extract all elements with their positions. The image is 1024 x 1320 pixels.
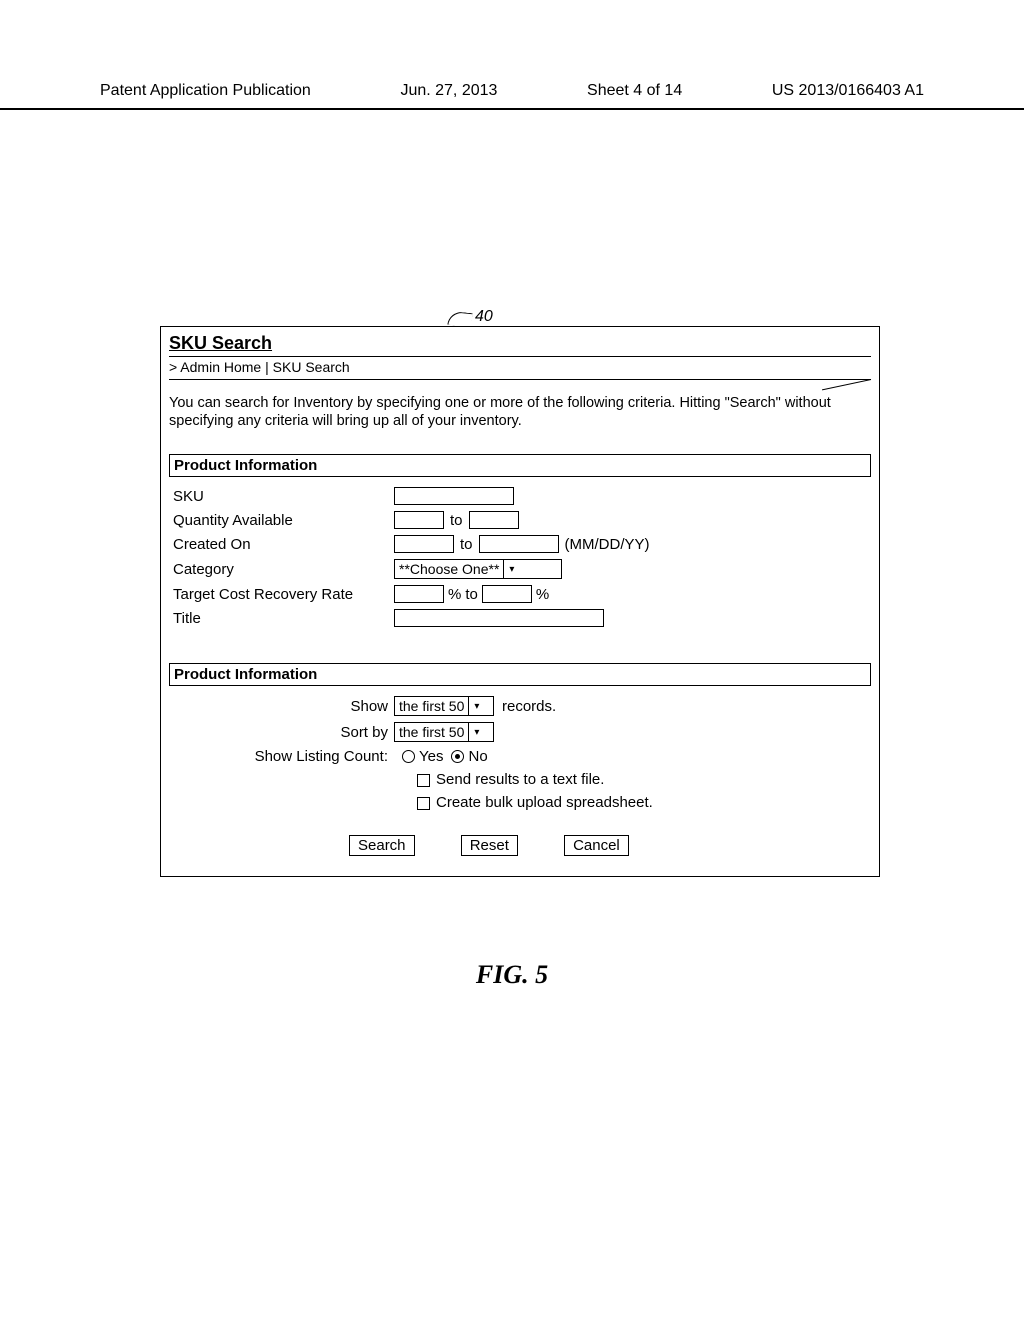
- input-sku[interactable]: [394, 487, 514, 505]
- input-created-to[interactable]: [479, 535, 559, 553]
- select-category[interactable]: **Choose One** ▾: [394, 559, 562, 579]
- cancel-button[interactable]: Cancel: [564, 835, 629, 856]
- breadcrumb-home-link[interactable]: Admin Home: [180, 359, 261, 375]
- row-listing-count: Show Listing Count: Yes No: [169, 748, 871, 765]
- label-sortby: Sort by: [169, 724, 394, 741]
- breadcrumb-current: SKU Search: [273, 359, 350, 375]
- sku-search-panel: SKU Search > Admin Home | SKU Search You…: [160, 326, 880, 877]
- row-created-on: Created On to (MM/DD/YY): [169, 535, 871, 553]
- radio-listing-yes[interactable]: [402, 750, 415, 763]
- input-rate-to[interactable]: [482, 585, 532, 603]
- chevron-down-icon: ▾: [468, 723, 484, 741]
- select-sortby-value: the first 50: [395, 723, 468, 741]
- figure-caption: FIG. 5: [0, 960, 1024, 990]
- reset-button[interactable]: Reset: [461, 835, 518, 856]
- row-category: Category **Choose One** ▾: [169, 559, 871, 579]
- checkbox-bulk-upload[interactable]: [417, 797, 430, 810]
- radio-yes-label: Yes: [419, 748, 443, 765]
- checkbox-send-text-label: Send results to a text file.: [436, 771, 604, 788]
- input-title[interactable]: [394, 609, 604, 627]
- header-pubnum: US 2013/0166403 A1: [772, 82, 924, 100]
- header-left: Patent Application Publication: [100, 82, 311, 100]
- checkbox-bulk-upload-label: Create bulk upload spreadsheet.: [436, 794, 653, 811]
- label-title: Title: [169, 610, 394, 627]
- input-qty-to[interactable]: [469, 511, 519, 529]
- callout-leader-line: [447, 311, 472, 327]
- row-show: Show the first 50 ▾ records.: [169, 696, 871, 716]
- label-rate: Target Cost Recovery Rate: [169, 586, 394, 603]
- select-category-value: **Choose One**: [395, 560, 503, 578]
- row-bulk-upload: Create bulk upload spreadsheet.: [417, 794, 871, 811]
- label-listing-count: Show Listing Count:: [169, 748, 394, 765]
- input-qty-from[interactable]: [394, 511, 444, 529]
- button-row: Search Reset Cancel: [349, 835, 871, 856]
- select-show[interactable]: the first 50 ▾: [394, 696, 494, 716]
- row-sortby: Sort by the first 50 ▾: [169, 722, 871, 742]
- page-header: Patent Application Publication Jun. 27, …: [0, 82, 1024, 110]
- breadcrumb-prefix: >: [169, 359, 180, 375]
- pct-2: %: [536, 586, 549, 603]
- chevron-down-icon: ▾: [468, 697, 484, 715]
- section-product-info-1: Product Information: [169, 454, 871, 477]
- label-sku: SKU: [169, 488, 394, 505]
- select-show-value: the first 50: [395, 697, 468, 715]
- row-send-text: Send results to a text file.: [417, 771, 871, 788]
- chevron-down-icon: ▾: [503, 560, 519, 578]
- divider-line: [169, 379, 871, 380]
- label-category: Category: [169, 561, 394, 578]
- row-title: Title: [169, 609, 871, 627]
- created-hint: (MM/DD/YY): [565, 536, 650, 553]
- panel-title-row: SKU Search: [169, 333, 871, 357]
- section-product-info-2: Product Information: [169, 663, 871, 686]
- header-sheet: Sheet 4 of 14: [587, 82, 682, 100]
- select-sortby[interactable]: the first 50 ▾: [394, 722, 494, 742]
- panel-title: SKU Search: [169, 333, 272, 353]
- row-quantity: Quantity Available to: [169, 511, 871, 529]
- header-date: Jun. 27, 2013: [400, 82, 497, 100]
- rate-to-label: to: [465, 586, 478, 603]
- checkbox-send-text[interactable]: [417, 774, 430, 787]
- pct-1: %: [448, 586, 461, 603]
- breadcrumb-separator: |: [261, 359, 272, 375]
- search-button[interactable]: Search: [349, 835, 415, 856]
- input-created-from[interactable]: [394, 535, 454, 553]
- created-to-label: to: [460, 536, 473, 553]
- callout-number: 40: [475, 308, 493, 326]
- breadcrumb: > Admin Home | SKU Search: [169, 359, 871, 375]
- row-recovery-rate: Target Cost Recovery Rate % to %: [169, 585, 871, 603]
- radio-listing-no[interactable]: [451, 750, 464, 763]
- label-quantity: Quantity Available: [169, 512, 394, 529]
- label-created: Created On: [169, 536, 394, 553]
- row-sku: SKU: [169, 487, 871, 505]
- radio-no-label: No: [468, 748, 487, 765]
- input-rate-from[interactable]: [394, 585, 444, 603]
- qty-to-label: to: [450, 512, 463, 529]
- show-suffix: records.: [502, 698, 556, 715]
- label-show: Show: [169, 698, 394, 715]
- intro-text: You can search for Inventory by specifyi…: [169, 394, 871, 430]
